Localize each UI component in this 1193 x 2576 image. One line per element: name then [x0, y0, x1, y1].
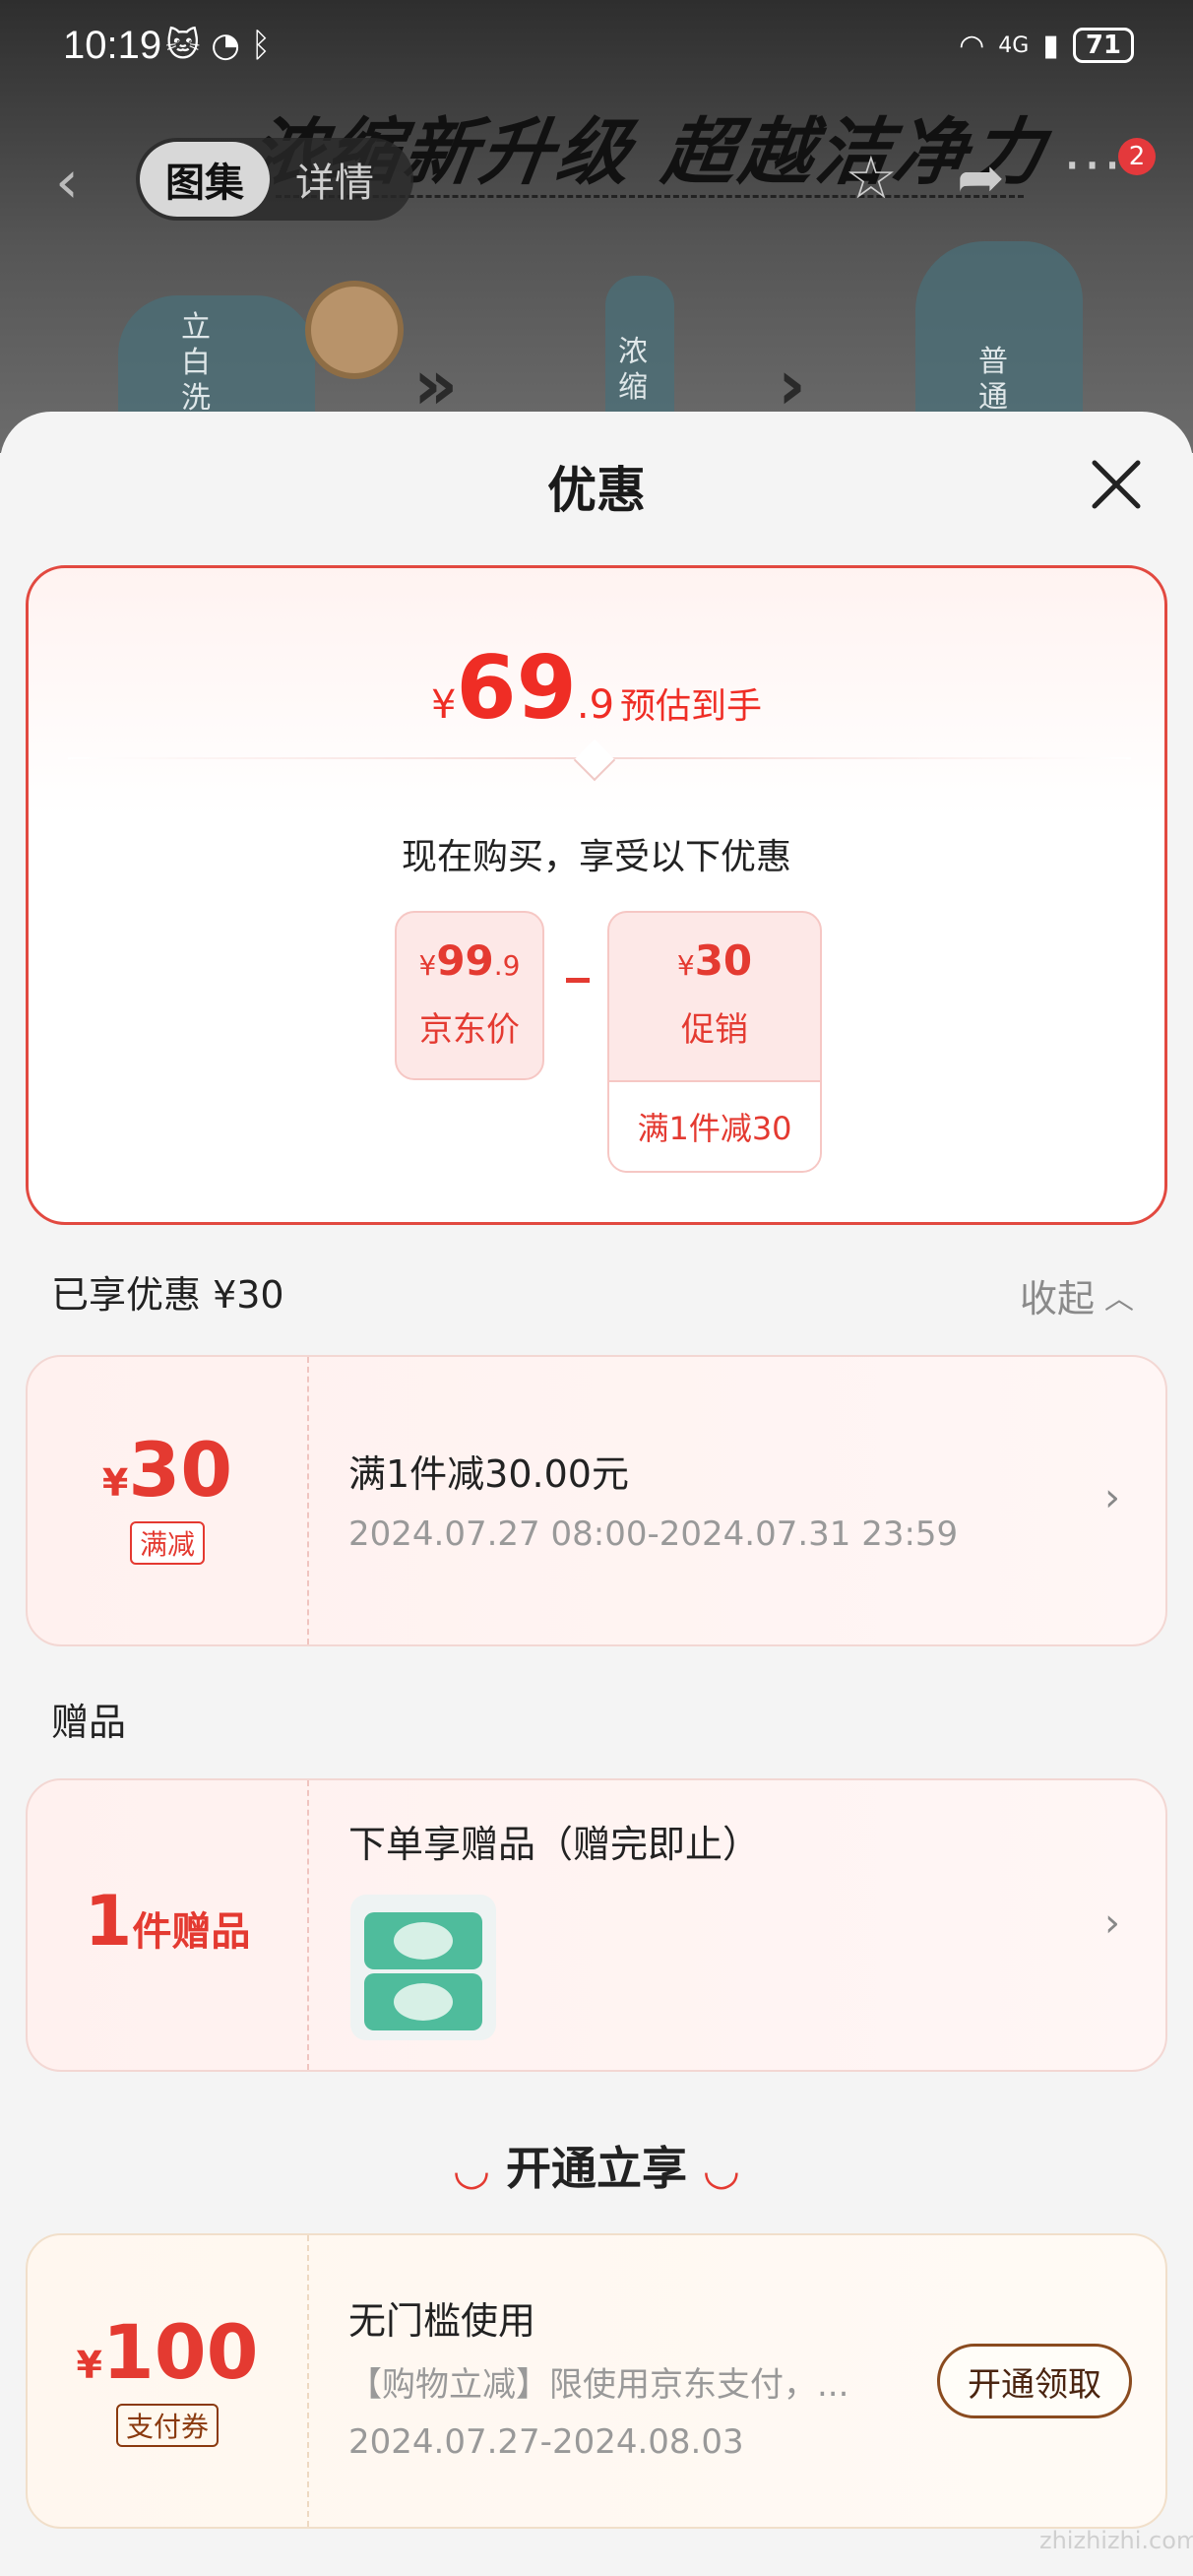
- back-icon[interactable]: ‹: [55, 148, 79, 217]
- pay-coupon-title: 无门槛使用: [348, 2299, 536, 2343]
- coupon-validity: 2024.07.27 08:00-2024.07.31 23:59: [348, 1514, 959, 1554]
- share-icon[interactable]: ➦: [957, 144, 1005, 211]
- wifi-icon: ◠: [959, 28, 985, 63]
- jd-price-label: 京东价: [419, 1010, 520, 1050]
- coupon-value: ¥30 满减: [28, 1357, 309, 1644]
- estimated-price: ¥69.9 预估到手: [29, 637, 1164, 739]
- battery-icon: 71: [1072, 28, 1134, 63]
- discount-bottom-sheet: 优惠 ¥69.9 预估到手 现在购买，享受以下优惠 ¥99.9 京东价 ¥30 促…: [0, 412, 1193, 2576]
- product-top-nav: ‹ 图集 详情 ☆ ➦ ··· 2: [0, 128, 1193, 226]
- pay-coupon-tag: 支付券: [115, 2404, 219, 2447]
- divider-notch: [573, 739, 616, 782]
- chevron-right-icon: ›: [1104, 1900, 1120, 1946]
- favorite-star-icon[interactable]: ☆: [845, 144, 898, 213]
- status-bar: 10:19 🐱 ◔ ᛒ ◠ 4G ▮ 71: [0, 0, 1193, 98]
- gift-title: 下单享赠品（赠完即止）: [348, 1823, 761, 1866]
- tab-gallery[interactable]: 图集: [140, 142, 270, 217]
- estimated-price-label: 预估到手: [620, 686, 763, 727]
- more-icon[interactable]: ···: [1063, 132, 1123, 199]
- collapse-label: 收起: [1020, 1277, 1096, 1320]
- minus-sign: [566, 978, 590, 983]
- promo-label: 促销: [681, 1010, 748, 1050]
- open-claim-button[interactable]: 开通领取: [937, 2344, 1132, 2418]
- bottle-label: 浓缩: [618, 335, 648, 405]
- thumbs-up-badge-icon: [305, 281, 404, 379]
- price-summary-card: ¥69.9 预估到手 现在购买，享受以下优惠 ¥99.9 京东价 ¥30 促销 满…: [26, 565, 1167, 1225]
- gift-pod-box: [364, 1912, 482, 1969]
- signal-bars-icon: ▮: [1042, 28, 1059, 63]
- pay-coupon-validity: 2024.07.27-2024.08.03: [348, 2422, 744, 2462]
- estimated-price-dec: .9: [576, 682, 615, 728]
- bottle-label: 普通: [978, 345, 1008, 415]
- gift-count: 1件赠品: [28, 1780, 309, 2070]
- gift-count-text: 1件赠品: [84, 1881, 251, 1962]
- enjoyed-discount-heading: 已享优惠 ¥30: [51, 1273, 284, 1317]
- sheet-title: 优惠: [547, 462, 646, 519]
- bottle-label: 立白洗: [181, 310, 211, 416]
- promo-box: ¥30 促销 满1件减30: [607, 911, 822, 1173]
- gift-heading: 赠品: [51, 1701, 127, 1744]
- open-enjoy-heading: ◡ 开通立享 ◡: [455, 2142, 738, 2195]
- coupon-amount: ¥30: [101, 1426, 233, 1513]
- coupon-tag: 满减: [129, 1521, 205, 1565]
- collapse-toggle[interactable]: 收起 ︿: [1020, 1268, 1134, 1322]
- promo-amount: ¥30: [676, 936, 753, 985]
- pay-coupon-desc: 【购物立减】限使用京东支付，...: [348, 2365, 849, 2405]
- enjoy-text: 现在购买，享受以下优惠: [401, 837, 791, 877]
- gift-product-image: [350, 1895, 496, 2040]
- close-icon[interactable]: [1087, 455, 1146, 514]
- chevron-up-icon: ︿: [1104, 1281, 1135, 1317]
- smile-icon: ◡: [455, 2145, 488, 2195]
- estimated-price-int: 69: [456, 637, 577, 739]
- promo-rule: 满1件减30: [609, 1080, 820, 1171]
- pay-coupon-card[interactable]: ¥100 支付券 无门槛使用 【购物立减】限使用京东支付，... 2024.07…: [26, 2233, 1167, 2529]
- watermark: zhizhizhi.com: [1039, 2527, 1193, 2554]
- gift-pod-box: [364, 1973, 482, 2030]
- status-left-icons: 🐱 ◔ ᛒ: [165, 26, 272, 65]
- currency-symbol: ¥: [430, 682, 457, 728]
- notification-badge: 2: [1118, 138, 1156, 175]
- tab-detail[interactable]: 详情: [270, 151, 400, 208]
- jd-price-box: ¥99.9 京东价: [395, 911, 544, 1080]
- jd-price-amount: ¥99.9: [418, 936, 521, 985]
- signal-icon: 4G: [998, 32, 1030, 58]
- smile-icon: ◡: [705, 2145, 738, 2195]
- status-right-icons: ◠ 4G ▮ 71: [959, 28, 1134, 63]
- chevron-right-icon: ›: [1104, 1475, 1120, 1520]
- pay-coupon-value: ¥100 支付券: [28, 2235, 309, 2527]
- discount-coupon-card[interactable]: ¥30 满减 满1件减30.00元 2024.07.27 08:00-2024.…: [26, 1355, 1167, 1646]
- gallery-detail-switch: 图集 详情: [136, 138, 413, 221]
- gift-card[interactable]: 1件赠品 下单享赠品（赠完即止） ›: [26, 1778, 1167, 2072]
- pay-coupon-amount: ¥100: [76, 2308, 259, 2396]
- status-time: 10:19: [63, 24, 162, 67]
- coupon-title: 满1件减30.00元: [348, 1452, 629, 1496]
